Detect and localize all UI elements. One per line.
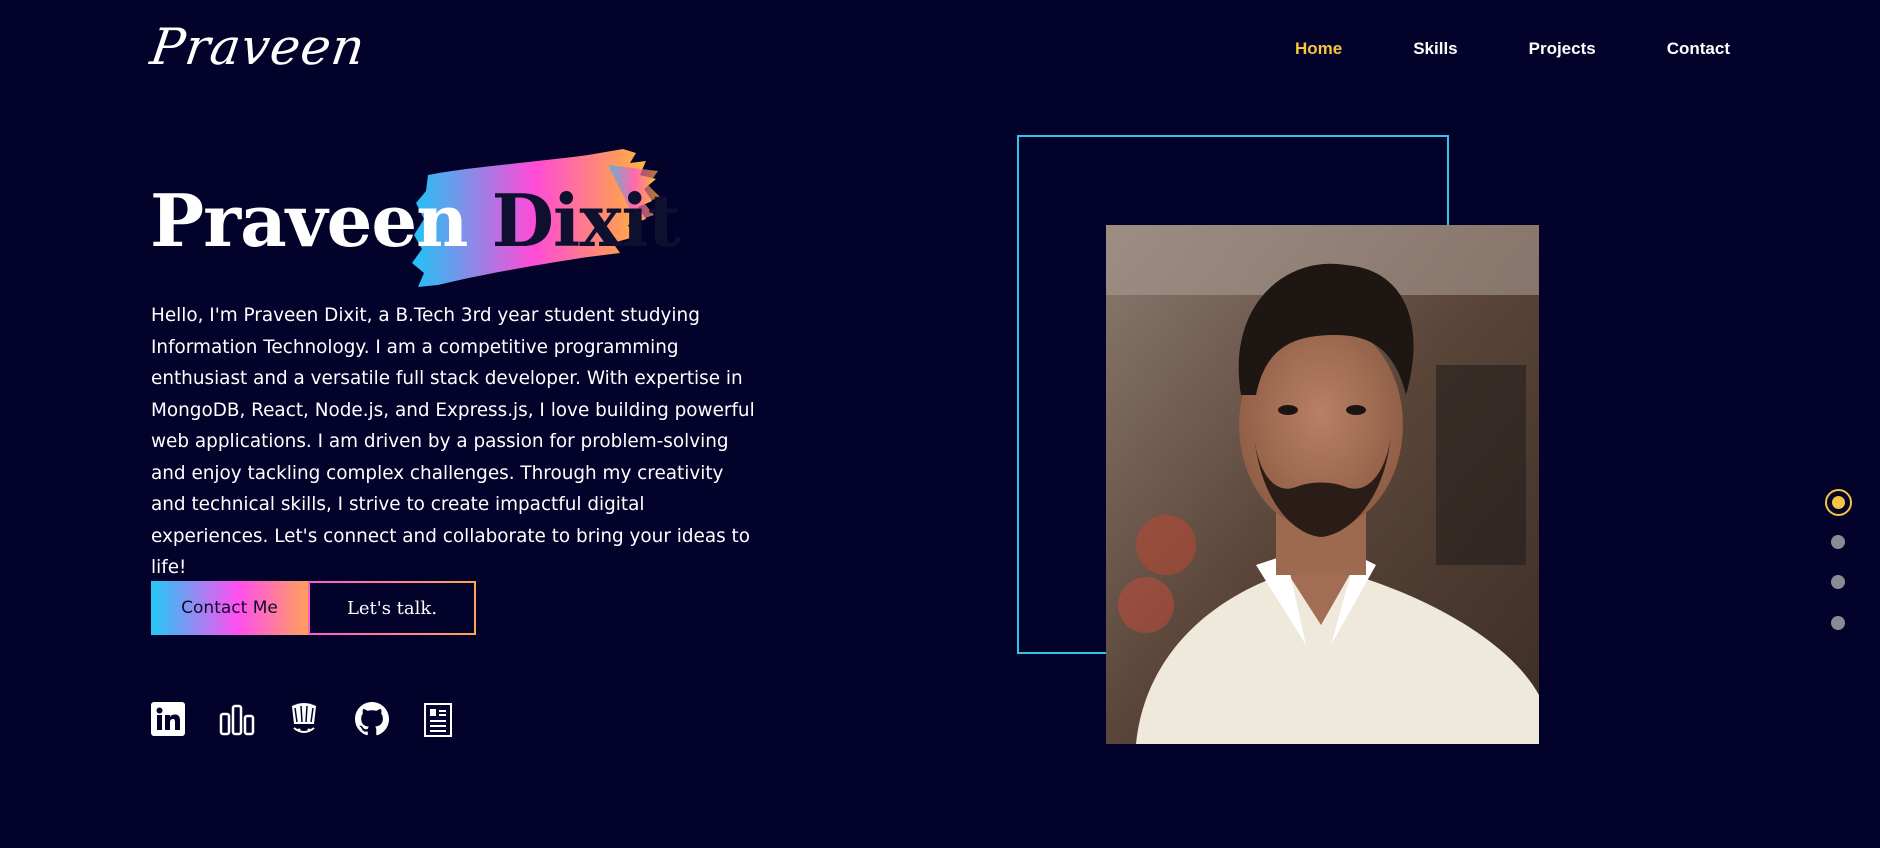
site-logo[interactable]: Praveen <box>147 18 369 76</box>
profile-photo <box>1106 225 1539 744</box>
intro-text: Hello, I'm Praveen Dixit, a B.Tech 3rd y… <box>151 305 755 578</box>
nav-home[interactable]: Home <box>1295 39 1342 59</box>
nav-skills[interactable]: Skills <box>1413 39 1457 59</box>
social-links <box>151 702 457 738</box>
hero-name: Praveen Dixit <box>150 178 681 263</box>
resume-icon[interactable] <box>423 702 457 738</box>
nav-contact[interactable]: Contact <box>1667 39 1730 59</box>
section-dot-4[interactable] <box>1831 616 1845 630</box>
hero-first-name: Praveen <box>150 178 469 263</box>
codeforces-icon[interactable] <box>219 702 255 738</box>
cta-buttons: Contact Me Let's talk. <box>151 581 476 635</box>
lets-talk-button[interactable]: Let's talk. <box>308 581 476 635</box>
section-dot-3[interactable] <box>1831 575 1845 589</box>
nav-projects[interactable]: Projects <box>1529 39 1596 59</box>
section-dot-1[interactable] <box>1825 489 1852 516</box>
hero-last-name: Dixit <box>491 178 681 263</box>
contact-me-button[interactable]: Contact Me <box>151 581 308 635</box>
codechef-icon[interactable] <box>287 702 321 738</box>
section-dot-2[interactable] <box>1831 535 1845 549</box>
github-icon[interactable] <box>355 702 390 738</box>
linkedin-icon[interactable] <box>151 702 185 738</box>
main-nav: Home Skills Projects Contact <box>1224 39 1730 59</box>
